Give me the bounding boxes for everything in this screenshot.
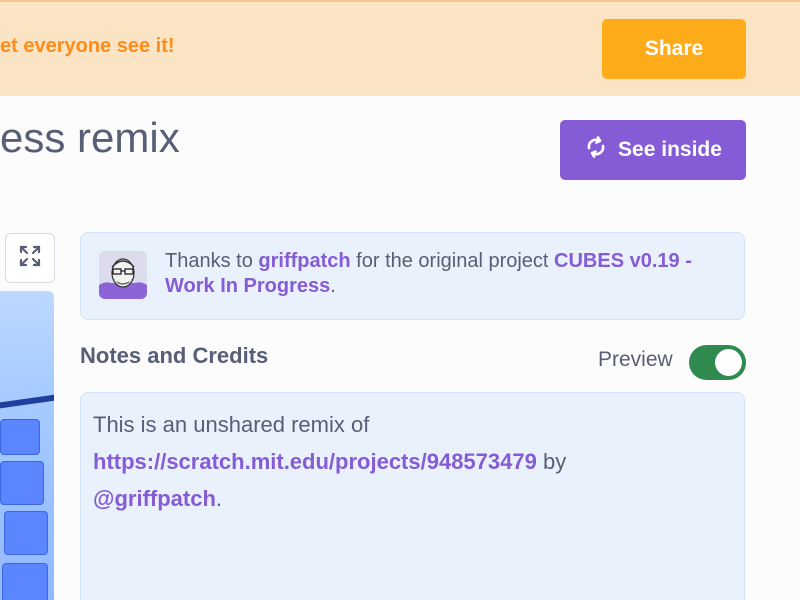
see-inside-label: See inside bbox=[618, 138, 722, 161]
notes-box[interactable]: This is an unshared remix of https://scr… bbox=[80, 392, 745, 600]
notes-text-prefix: This is an unshared remix of bbox=[93, 412, 370, 437]
stage-ridge bbox=[0, 394, 54, 410]
stage-tile bbox=[0, 419, 40, 455]
share-banner: et everyone see it! Share bbox=[0, 0, 800, 96]
credit-text: Thanks to griffpatch for the original pr… bbox=[165, 249, 735, 299]
share-button[interactable]: Share bbox=[602, 19, 746, 79]
fullscreen-button[interactable] bbox=[5, 233, 55, 283]
toggle-knob bbox=[715, 349, 742, 376]
notes-text-middle: by bbox=[536, 449, 567, 474]
credit-suffix: . bbox=[330, 275, 336, 297]
project-title[interactable]: ess remix bbox=[0, 114, 180, 162]
stage-tile bbox=[4, 511, 48, 555]
notes-text: This is an unshared remix of https://scr… bbox=[93, 406, 693, 517]
original-credit-box: Thanks to griffpatch for the original pr… bbox=[80, 232, 745, 320]
preview-toggle[interactable] bbox=[689, 345, 746, 380]
credit-middle: for the original project bbox=[350, 250, 555, 272]
author-link[interactable]: griffpatch bbox=[258, 250, 350, 272]
see-inside-button[interactable]: See inside bbox=[560, 120, 746, 180]
notes-text-suffix: . bbox=[215, 486, 223, 511]
fullscreen-icon bbox=[18, 244, 42, 273]
stage-tile bbox=[0, 461, 44, 505]
stage-tile bbox=[2, 563, 48, 600]
credit-prefix: Thanks to bbox=[165, 250, 259, 272]
notes-heading: Notes and Credits bbox=[80, 343, 269, 368]
remix-source-link[interactable]: https://scratch.mit.edu/projects/9485734… bbox=[93, 449, 537, 474]
mention-link[interactable]: @griffpatch bbox=[93, 486, 216, 511]
remix-arrows-icon bbox=[584, 135, 608, 165]
author-avatar[interactable] bbox=[99, 251, 147, 299]
project-stage[interactable] bbox=[0, 291, 54, 600]
preview-label: Preview bbox=[598, 348, 673, 371]
banner-message: et everyone see it! bbox=[0, 35, 175, 57]
